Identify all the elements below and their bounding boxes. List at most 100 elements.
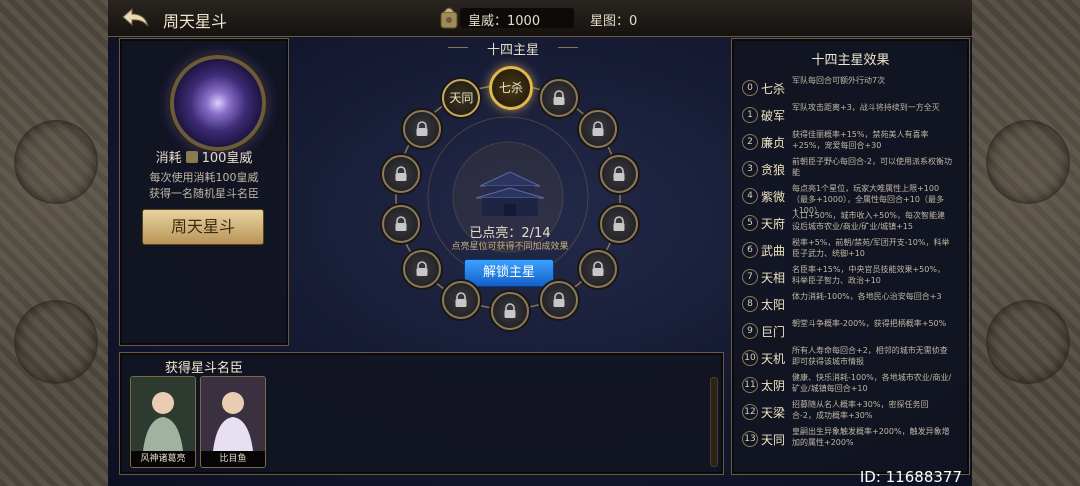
star-node-locked[interactable] — [381, 155, 420, 194]
star-name: 太阴 — [761, 379, 786, 393]
lock-icon — [613, 166, 625, 182]
star-node-locked[interactable] — [539, 79, 578, 118]
lock-icon — [395, 166, 407, 182]
effect-row: 3 贪狼 前朝臣子野心每回合-2，可以使用派系权衡功能 — [742, 156, 964, 183]
minister-card[interactable]: 比目鱼 — [200, 376, 266, 468]
effect-row: 13 天同 皇嗣出生异象触发概率+200%，触发异象增加的属性+200% — [742, 426, 964, 453]
star-name: 破军 — [761, 109, 786, 123]
main-frame: 周天星斗 皇威：1000 星图：0 消耗 100皇威 每次使用消耗100皇威 获得… — [108, 0, 972, 486]
lock-icon — [592, 261, 604, 276]
effects-panel: 十四主星效果 0 七杀 军队每回合可额外行动7次 1 破军 军队攻击距离+3，战斗将持续到… — [731, 38, 970, 475]
effect-row: 12 天梁 招募随从名人概率+30%，密探任务回合-2，成功概率+30% — [742, 399, 964, 426]
dragon-motif — [14, 120, 98, 204]
star-name: 七杀 — [761, 82, 786, 96]
ministers-title: 获得星斗名臣 — [164, 361, 243, 376]
unlock-star-button[interactable]: 解锁主星 — [464, 259, 554, 287]
effect-row: 0 七杀 军队每回合可额外行动7次 — [742, 75, 964, 102]
dragon-motif — [986, 120, 1070, 204]
effect-row: 11 太阴 健康、快乐消耗-100%，各地城市农业/商业/矿业/城镇每回合+10 — [742, 372, 964, 399]
effect-row: 4 紫微 每点亮1个星位，玩家大唯属性上限+100（最多+1000），全属性每回合+… — [742, 183, 964, 215]
star-name: 天相 — [761, 271, 786, 285]
effect-number: 9 — [742, 323, 758, 339]
star-name: 巨门 — [761, 325, 786, 339]
star-name: 太阳 — [761, 298, 786, 312]
effect-row: 1 破军 军队攻击距离+3，战斗将持续到一方全灭 — [742, 102, 964, 129]
effect-row: 5 天府 人口+50%，城市收入+50%，每次智能建设后城市农业/商业/矿业/城镇+… — [742, 210, 964, 237]
obtained-ministers-panel: 获得星斗名臣 风神诸葛亮 比目鱼 — [119, 352, 724, 475]
effect-text: 税率+5%，前朝/禁苑/军团开支-10%，科举臣子武力、统御+10 — [792, 238, 950, 258]
star-node-locked[interactable] — [491, 292, 529, 330]
effect-text: 军队每回合可额外行动7次 — [792, 76, 886, 85]
effect-number: 13 — [742, 431, 758, 447]
effect-text: 名臣率+15%，中央官员技能效果+50%，科举臣子智力、政治+10 — [792, 265, 945, 285]
star-node-locked[interactable] — [578, 249, 617, 288]
star-node-locked[interactable] — [600, 155, 639, 194]
effect-number: 12 — [742, 404, 758, 420]
effect-row: 8 太阳 体力消耗-100%，各地民心治安每回合+3 — [742, 291, 964, 318]
effect-text: 人口+50%，城市收入+50%，每次智能建设后城市农业/商业/矿业/城镇+15 — [792, 211, 945, 231]
effect-text: 所有人寿命每回合+2，相邻的城市无需侦查即可获得该城市情报 — [792, 346, 948, 366]
star-name: 天同 — [761, 433, 786, 447]
lock-icon — [504, 303, 516, 318]
star-name: 武曲 — [761, 244, 786, 258]
effects-title: 十四主星效果 — [811, 53, 890, 68]
star-name: 天府 — [761, 217, 786, 231]
minister-portrait — [131, 377, 195, 451]
minister-card[interactable]: 风神诸葛亮 — [130, 376, 196, 468]
star-node-locked[interactable] — [381, 204, 420, 243]
lock-icon — [416, 261, 428, 276]
effect-row: 9 巨门 朝堂斗争概率-200%，获得把柄概率+50% — [742, 318, 964, 345]
star-node-active[interactable]: 七杀 — [489, 66, 533, 110]
ministers-scrollbar[interactable] — [710, 377, 718, 467]
star-node-locked[interactable] — [539, 280, 578, 319]
lock-icon — [395, 216, 407, 231]
user-id-label: ID: 11688377 — [859, 468, 962, 486]
effect-row: 7 天相 名臣率+15%，中央官员技能效果+50%，科举臣子智力、政治+10 — [742, 264, 964, 291]
effect-row: 6 武曲 税率+5%，前朝/禁苑/军团开支-10%，科举臣子武力、统御+10 — [742, 237, 964, 264]
effect-text: 朝堂斗争概率-200%，获得把柄概率+50% — [792, 319, 947, 328]
star-node-locked[interactable] — [578, 110, 617, 149]
minister-portrait — [201, 377, 265, 451]
minister-name: 比目鱼 — [201, 451, 265, 467]
effect-number: 7 — [742, 269, 758, 285]
star-name: 廉贞 — [761, 136, 786, 150]
dragon-motif — [986, 300, 1070, 384]
effect-number: 3 — [742, 161, 758, 177]
effect-text: 体力消耗-100%，各地民心治安每回合+3 — [792, 292, 942, 301]
effect-row: 10 天机 所有人寿命每回合+2，相邻的城市无需侦查即可获得该城市情报 — [742, 345, 964, 372]
star-name: 天机 — [761, 352, 786, 366]
effect-text: 获得佳丽概率+15%，禁苑美人有喜率+25%，宠爱每回合+30 — [792, 130, 929, 150]
lock-icon — [416, 121, 428, 137]
effect-text: 健康、快乐消耗-100%，各地城市农业/商业/矿业/城镇每回合+10 — [792, 373, 952, 393]
lock-icon — [613, 216, 625, 231]
effect-number: 8 — [742, 296, 758, 312]
lock-icon — [553, 90, 565, 106]
star-node-locked[interactable] — [403, 249, 442, 288]
lock-icon — [455, 292, 467, 307]
dragon-motif — [14, 300, 98, 384]
effect-text: 皇嗣出生异象触发概率+200%，触发异象增加的属性+200% — [792, 427, 950, 447]
left-border-decoration — [0, 0, 111, 486]
right-border-decoration — [969, 0, 1080, 486]
effect-row: 2 廉贞 获得佳丽概率+15%，禁苑美人有喜率+25%，宠爱每回合+30 — [742, 129, 964, 156]
effect-number: 10 — [742, 350, 758, 366]
lock-icon — [553, 292, 565, 307]
star-name: 贪狼 — [761, 163, 786, 177]
lock-icon — [592, 121, 604, 137]
minister-name: 风神诸葛亮 — [131, 451, 195, 467]
effect-number: 2 — [742, 134, 758, 150]
star-name: 天梁 — [761, 406, 786, 420]
effect-number: 11 — [742, 377, 758, 393]
palace-icon — [475, 171, 545, 216]
effect-text: 招募随从名人概率+30%，密探任务回合-2，成功概率+30% — [792, 400, 929, 420]
effect-number: 5 — [742, 215, 758, 231]
effect-number: 0 — [742, 80, 758, 96]
lit-tip: 点亮星位可获得不同加成效果 — [451, 242, 569, 252]
star-name: 紫微 — [761, 190, 786, 204]
star-node-locked[interactable] — [600, 204, 639, 243]
effect-text: 前朝臣子野心每回合-2，可以使用派系权衡功能 — [792, 157, 952, 177]
effect-number: 4 — [742, 188, 758, 204]
effect-number: 6 — [742, 242, 758, 258]
effect-number: 1 — [742, 107, 758, 123]
effect-text: 军队攻击距离+3，战斗将持续到一方全灭 — [792, 103, 940, 112]
